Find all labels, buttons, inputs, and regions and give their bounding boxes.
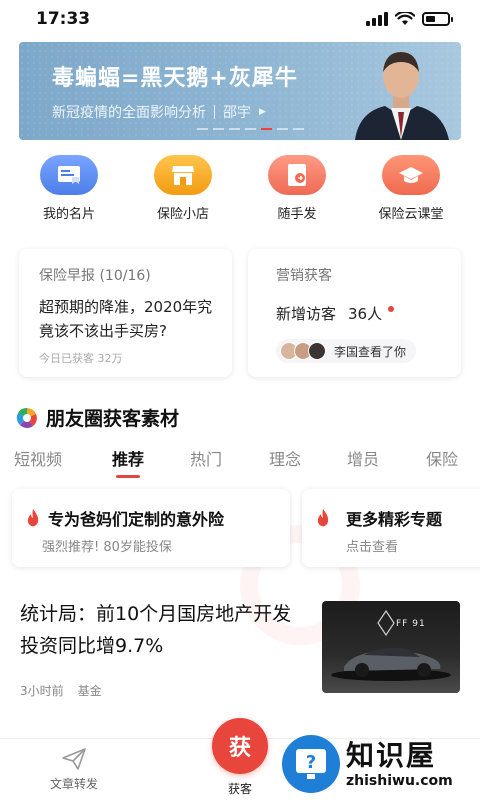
nav-label: 文章转发 (50, 777, 99, 791)
pagination-dot[interactable] (245, 128, 256, 130)
graduation-cap-icon (382, 155, 440, 195)
thumbnail-label: FF 91 (396, 619, 426, 629)
battery-icon (422, 12, 453, 26)
pagination-dot[interactable] (293, 128, 304, 130)
tab-recommended[interactable]: 推荐 (112, 446, 144, 470)
active-tab-indicator (116, 475, 140, 478)
pagination-dot[interactable] (277, 128, 288, 130)
watermark-name: 知识屋 (346, 739, 437, 772)
status-bar: 17:33 (0, 0, 480, 38)
topic-card-more-topics[interactable]: 更多精彩专题 点击查看 (302, 489, 480, 567)
quick-action-label: 保险云课堂 (378, 207, 444, 222)
topic-card-accident-insurance[interactable]: 专为爸妈们定制的意外险 强烈推荐! 80岁能投保 (12, 489, 290, 567)
briefing-footer: 今日已获客 32万 (39, 352, 123, 365)
briefing-headline: 超预期的降准，2020年究竟该不该出手买房? (39, 298, 213, 340)
quick-action-label: 随手发 (277, 207, 317, 222)
speaker-portrait-image (355, 52, 449, 140)
topic-title: 专为爸妈们定制的意外险 (48, 510, 225, 529)
quick-action-cloud-class[interactable]: 保险云课堂 (356, 155, 466, 222)
pagination-dot[interactable] (197, 128, 208, 130)
aperture-icon (16, 407, 37, 428)
promo-banner[interactable]: 毒蝙蝠=黑天鹅+灰犀牛 新冠疫情的全面影响分析 邵宇 ▶ (19, 42, 461, 140)
banner-subtitle: 新冠疫情的全面影响分析 (52, 105, 206, 121)
fire-icon (317, 509, 329, 527)
news-title[interactable]: 统计局：前10个月国房地产开发投资同比增9.7% (20, 598, 300, 662)
marketing-header: 营销获客 (276, 268, 332, 284)
banner-pagination[interactable] (197, 128, 304, 130)
briefing-header: 保险早报 (10/16) (39, 268, 151, 284)
visitors-label: 新增访客 (276, 305, 337, 323)
tab-concept[interactable]: 理念 (269, 446, 301, 470)
morning-briefing-card[interactable]: 保险早报 (10/16) 超预期的降准，2020年究竟该不该出手买房? 今日已获… (19, 249, 232, 377)
share-document-icon (268, 155, 326, 195)
section-heading: 朋友圈获客素材 (16, 404, 179, 431)
quick-action-shop[interactable]: 保险小店 (128, 155, 238, 222)
banner-author: 邵宇 (223, 105, 251, 121)
pagination-dot[interactable] (229, 128, 240, 130)
news-meta: 3小时前 基金 (20, 682, 102, 699)
tab-short-video[interactable]: 短视频 (14, 446, 62, 470)
watermark-text: 知识屋 zhishiwu.com (346, 739, 453, 789)
banner-title: 毒蝙蝠=黑天鹅+灰犀牛 (52, 66, 298, 91)
topic-title: 更多精彩专题 (346, 510, 443, 529)
status-time: 17:33 (36, 9, 91, 29)
section-title: 朋友圈获客素材 (46, 408, 180, 430)
quick-actions: 我的名片 保险小店 随手发 保险云课堂 (0, 155, 480, 222)
nav-center-label: 获客 (227, 782, 252, 796)
recent-viewer-pill[interactable]: 李国查看了你 (276, 339, 417, 363)
site-watermark: ? 知识屋 zhishiwu.com (282, 728, 480, 800)
tab-recruiting[interactable]: 增员 (347, 446, 379, 470)
shop-icon (154, 155, 212, 195)
fire-icon (27, 509, 39, 527)
business-card-icon (40, 155, 98, 195)
avatar (308, 342, 326, 360)
car-image (331, 609, 451, 681)
quick-action-label: 保险小店 (156, 207, 209, 222)
banner-divider (214, 105, 215, 119)
status-icons (366, 12, 453, 26)
get-customers-button[interactable]: 获 (212, 718, 268, 774)
topic-title-row: 更多精彩专题 (316, 506, 442, 530)
nav-article-share[interactable]: 文章转发 (50, 747, 98, 792)
pagination-dot[interactable] (213, 128, 224, 130)
topic-subtitle: 点击查看 (346, 540, 399, 555)
viewer-avatars (280, 342, 326, 360)
news-time: 3小时前 (20, 684, 64, 698)
category-tabs: 短视频 推荐 热门 理念 增员 保险 (0, 446, 480, 480)
visitors-count: 36人 (348, 305, 383, 323)
help-monitor-icon: ? (282, 735, 340, 793)
tab-hot[interactable]: 热门 (190, 446, 222, 470)
wifi-icon (395, 12, 415, 25)
news-thumbnail[interactable]: FF 91 (322, 601, 460, 693)
topic-title-row: 专为爸妈们定制的意外险 (26, 506, 224, 530)
play-arrow-icon: ▶ (259, 107, 266, 117)
news-category: 基金 (77, 684, 102, 698)
pagination-dot[interactable] (261, 128, 272, 130)
quick-action-quick-share[interactable]: 随手发 (242, 155, 352, 222)
viewer-text: 李国查看了你 (334, 344, 407, 359)
battery-level (426, 16, 435, 22)
quick-action-label: 我的名片 (42, 207, 95, 222)
tab-insurance[interactable]: 保险 (426, 446, 458, 470)
paper-plane-icon (62, 748, 86, 770)
banner-subtitle-row: 新冠疫情的全面影响分析 邵宇 ▶ (52, 102, 266, 122)
quick-action-business-card[interactable]: 我的名片 (14, 155, 124, 222)
new-visitors: 新增访客 36人 (276, 303, 395, 324)
topic-subtitle: 强烈推荐! 80岁能投保 (42, 540, 172, 555)
watermark-url: zhishiwu.com (346, 773, 453, 789)
cellular-signal-icon (366, 12, 388, 26)
marketing-card[interactable]: 营销获客 新增访客 36人 李国查看了你 (248, 249, 461, 377)
nav-get-customers[interactable]: 获 获客 (212, 718, 268, 797)
new-indicator-dot (388, 305, 395, 312)
svg-text:?: ? (306, 752, 316, 773)
